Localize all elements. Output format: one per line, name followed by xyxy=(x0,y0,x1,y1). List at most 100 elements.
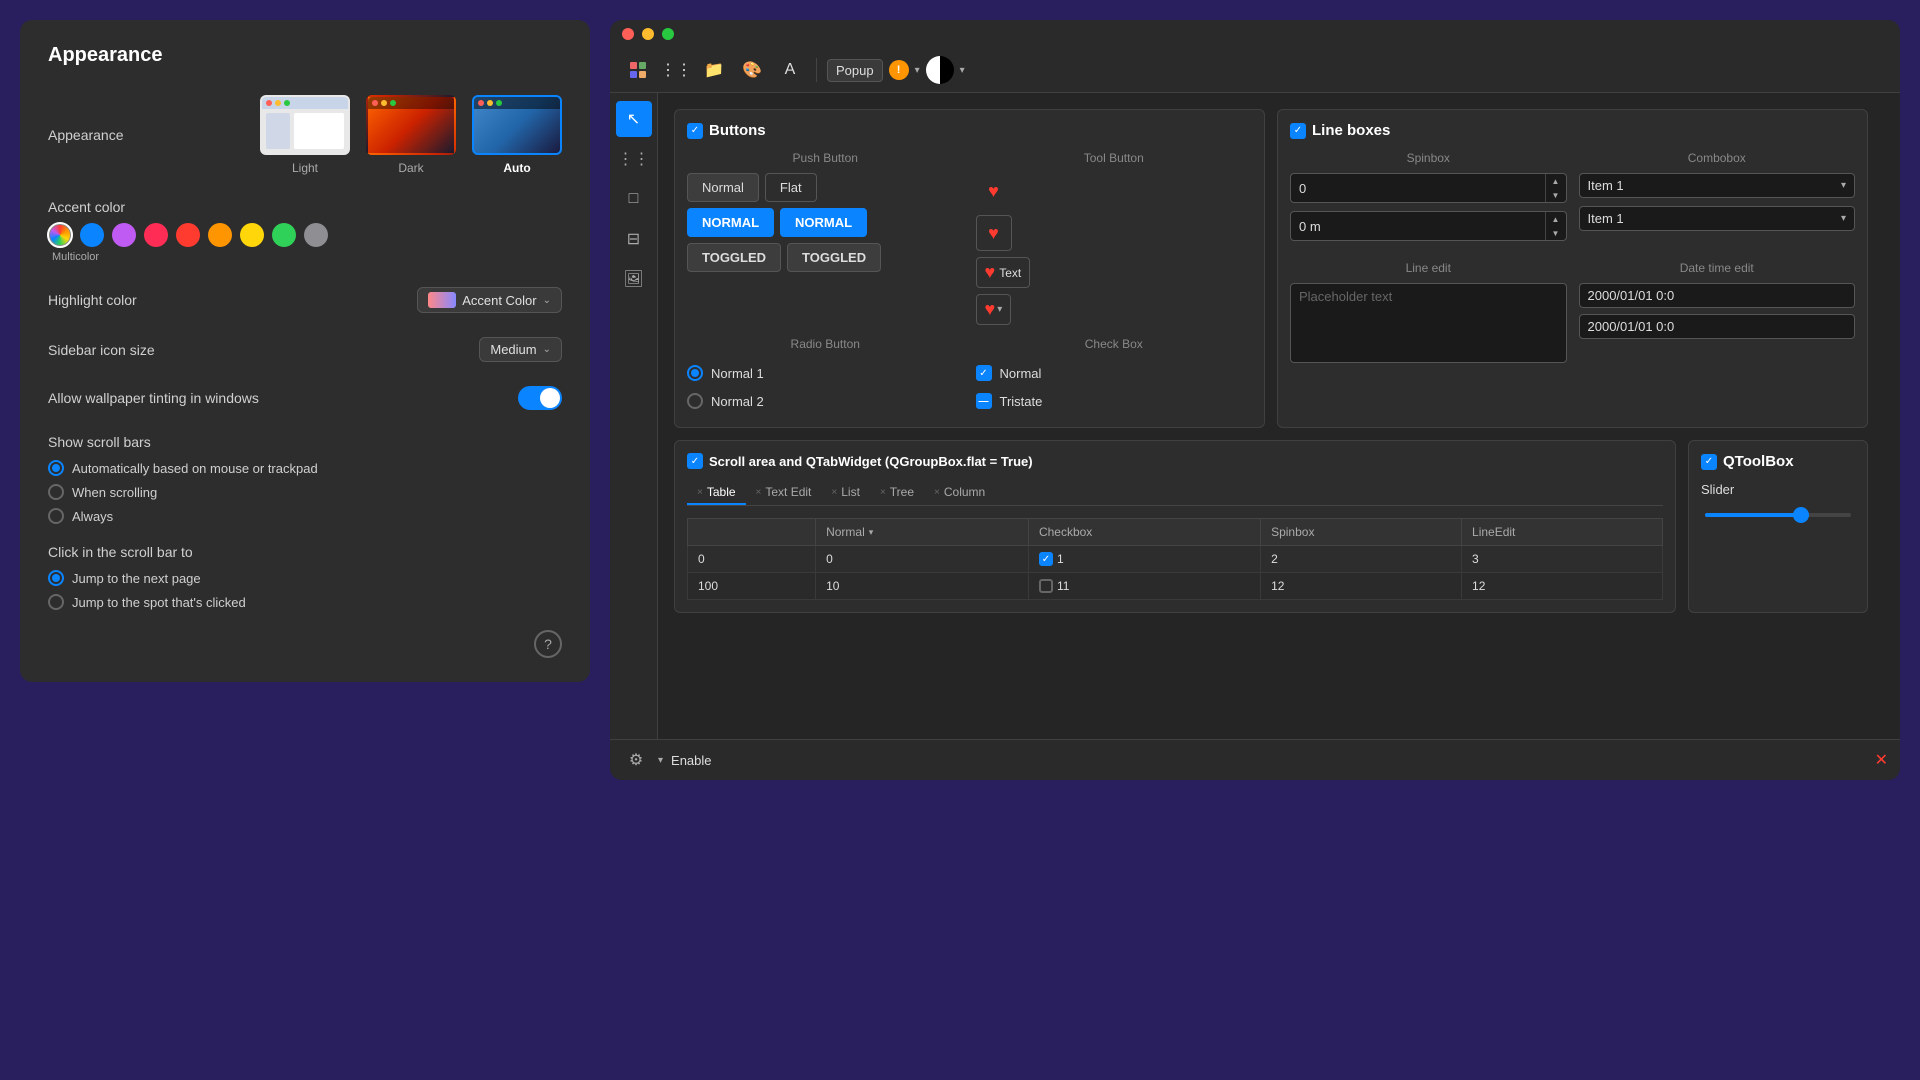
right-panel: ⋮⋮ 📁 🎨 A Popup ! ▾ ▾ ↖ ⋮⋮ □ ⊟ 🖼 xyxy=(610,20,1900,780)
sidebar-widget-icon[interactable]: ⊟ xyxy=(616,221,652,257)
cb-normal[interactable]: ✓ Normal xyxy=(976,359,1253,387)
sidebar-dots-icon[interactable]: ⋮⋮ xyxy=(616,141,652,177)
scroll-auto-radio[interactable] xyxy=(48,460,64,476)
accent-multicolor[interactable] xyxy=(48,223,72,247)
jump-next-radio[interactable] xyxy=(48,570,64,586)
tab-close-icon-text[interactable]: × xyxy=(756,487,762,498)
app-icon[interactable] xyxy=(622,54,654,86)
toggled-btn-1[interactable]: TOGGLED xyxy=(687,243,781,272)
td-spinbox-0[interactable]: 2 xyxy=(1261,546,1462,573)
spinbox-down-1[interactable]: ▼ xyxy=(1546,188,1566,202)
heart-text-btn[interactable]: ♥ Text xyxy=(976,257,1031,288)
close-icon[interactable]: ✕ xyxy=(1875,750,1888,770)
scroll-auto-option[interactable]: Automatically based on mouse or trackpad xyxy=(48,460,562,476)
scroll-always-option[interactable]: Always xyxy=(48,508,562,524)
maximize-button[interactable] xyxy=(662,28,674,40)
heart-dropdown-btn[interactable]: ♥ ▾ xyxy=(976,294,1012,325)
popup-button[interactable]: Popup xyxy=(827,59,883,82)
radio-normal2[interactable]: Normal 2 xyxy=(687,387,964,415)
flat-button[interactable]: Flat xyxy=(765,173,817,202)
td-normal-0[interactable]: 0 xyxy=(816,546,1029,573)
td-cb-box-2[interactable] xyxy=(1039,579,1053,593)
tab-tree[interactable]: × Tree xyxy=(870,481,924,505)
combobox-2[interactable]: Item 1 ▾ xyxy=(1579,206,1856,231)
gear-icon[interactable]: ⚙ xyxy=(622,746,650,774)
heart-btn-1[interactable]: ♥ xyxy=(976,173,1012,209)
buttons-checkbox[interactable]: ✓ xyxy=(687,123,703,139)
spinbox-down-2[interactable]: ▼ xyxy=(1546,226,1566,240)
td-cb-box[interactable]: ✓ xyxy=(1039,552,1053,566)
accent-graphite[interactable] xyxy=(304,223,328,247)
datetime-2[interactable]: 2000/01/01 0:0 xyxy=(1579,314,1856,339)
datetime-1[interactable]: 2000/01/01 0:0 xyxy=(1579,283,1856,308)
spinbox-2[interactable]: 0 m ▲ ▼ xyxy=(1290,211,1567,241)
cb-tristate[interactable]: — Tristate xyxy=(976,387,1253,415)
sidebar-icon-size-dropdown[interactable]: Medium ⌄ xyxy=(479,337,562,362)
radio-normal1[interactable]: Normal 1 xyxy=(687,359,964,387)
tab-close-icon-tree[interactable]: × xyxy=(880,487,886,498)
td-lineedit-0[interactable]: 3 xyxy=(1462,546,1663,573)
combobox-1[interactable]: Item 1 ▾ xyxy=(1579,173,1856,198)
close-button[interactable] xyxy=(622,28,634,40)
accent-blue[interactable] xyxy=(80,223,104,247)
theme-light[interactable]: Light xyxy=(260,95,350,175)
sidebar-image-icon[interactable]: 🖼 xyxy=(616,261,652,297)
tab-close-icon-column[interactable]: × xyxy=(934,487,940,498)
td-normal-1[interactable]: 10 xyxy=(816,573,1029,600)
contrast-icon[interactable] xyxy=(926,56,954,84)
scroll-always-radio[interactable] xyxy=(48,508,64,524)
td-checkbox-1[interactable]: 11 xyxy=(1028,573,1260,600)
spinbox-up-2[interactable]: ▲ xyxy=(1546,212,1566,226)
chevron-down-icon: ⌄ xyxy=(543,295,551,306)
accent-pink[interactable] xyxy=(144,223,168,247)
tab-list[interactable]: × List xyxy=(821,481,870,505)
jump-next-option[interactable]: Jump to the next page xyxy=(48,570,562,586)
normal-btn-2[interactable]: NORMAL xyxy=(780,208,867,237)
tab-column[interactable]: × Column xyxy=(924,481,995,505)
folder-icon[interactable]: 📁 xyxy=(698,54,730,86)
dropdown-arrow-icon[interactable]: ▾ xyxy=(915,65,920,76)
slider-thumb[interactable] xyxy=(1793,507,1809,523)
line-edit-box[interactable]: Placeholder text xyxy=(1290,283,1567,363)
tab-table[interactable]: × Table xyxy=(687,481,746,505)
scroll-scrolling-radio[interactable] xyxy=(48,484,64,500)
palette-icon[interactable]: 🎨 xyxy=(736,54,768,86)
help-icon[interactable]: ? xyxy=(534,630,562,658)
minimize-button[interactable] xyxy=(642,28,654,40)
text-format-icon[interactable]: A xyxy=(774,54,806,86)
td-checkbox-0[interactable]: ✓ 1 xyxy=(1028,546,1260,573)
wallpaper-tinting-toggle[interactable] xyxy=(518,386,562,410)
tab-close-icon-table[interactable]: × xyxy=(697,487,703,498)
multicolor-container xyxy=(48,223,72,247)
contrast-dropdown-icon[interactable]: ▾ xyxy=(960,65,965,76)
accent-orange[interactable] xyxy=(208,223,232,247)
sidebar-pointer-icon[interactable]: ↖ xyxy=(616,101,652,137)
scroll-checkbox[interactable]: ✓ xyxy=(687,453,703,469)
accent-red[interactable] xyxy=(176,223,200,247)
accent-purple[interactable] xyxy=(112,223,136,247)
qtoolbox-checkbox[interactable]: ✓ xyxy=(1701,454,1717,470)
scroll-scrolling-option[interactable]: When scrolling xyxy=(48,484,562,500)
warning-icon[interactable]: ! xyxy=(889,60,909,80)
bottom-chevron-icon[interactable]: ▾ xyxy=(658,755,663,766)
accent-green[interactable] xyxy=(272,223,296,247)
jump-spot-radio[interactable] xyxy=(48,594,64,610)
theme-auto[interactable]: Auto xyxy=(472,95,562,175)
spinbox-title: Spinbox xyxy=(1290,151,1567,165)
heart-btn-2[interactable]: ♥ xyxy=(976,215,1012,251)
tab-close-icon-list[interactable]: × xyxy=(831,487,837,498)
tab-text-edit[interactable]: × Text Edit xyxy=(746,481,822,505)
toggled-btn-2[interactable]: TOGGLED xyxy=(787,243,881,272)
normal-button[interactable]: Normal xyxy=(687,173,759,202)
jump-spot-option[interactable]: Jump to the spot that's clicked xyxy=(48,594,562,610)
normal-btn-1[interactable]: NORMAL xyxy=(687,208,774,237)
spinbox-up-1[interactable]: ▲ xyxy=(1546,174,1566,188)
highlight-swatch[interactable]: Accent Color ⌄ xyxy=(417,287,562,313)
linebox-checkbox[interactable]: ✓ xyxy=(1290,123,1306,139)
normal-dropdown[interactable]: Normal ▾ xyxy=(826,525,1018,539)
spinbox-1[interactable]: 0 ▲ ▼ xyxy=(1290,173,1567,203)
accent-yellow[interactable] xyxy=(240,223,264,247)
theme-dark[interactable]: Dark xyxy=(366,95,456,175)
sidebar-square-icon[interactable]: □ xyxy=(616,181,652,217)
grid-icon[interactable]: ⋮⋮ xyxy=(660,54,692,86)
